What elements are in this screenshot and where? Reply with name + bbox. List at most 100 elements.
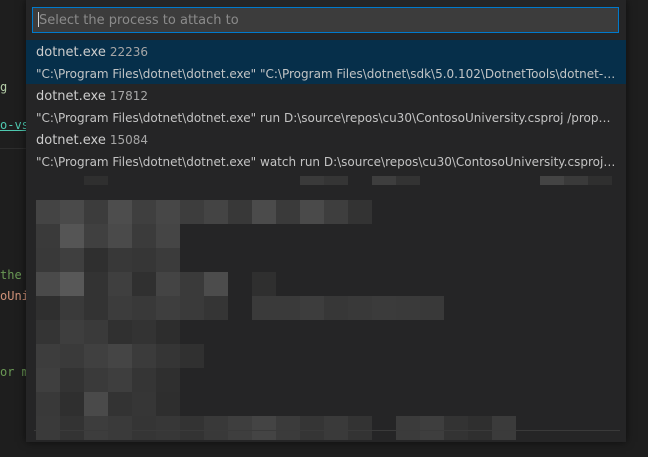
- redacted-pixel-block: [324, 176, 348, 185]
- redacted-pixel-block: [84, 392, 108, 416]
- redacted-pixel-block: [108, 392, 132, 416]
- redacted-pixel-block: [60, 368, 84, 392]
- redacted-pixel-block: [36, 416, 60, 440]
- redacted-pixel-block: [300, 200, 324, 224]
- redacted-pixel-block: [252, 296, 276, 320]
- process-item[interactable]: dotnet.exe 15084 "C:\Program Files\dotnet…: [26, 128, 626, 172]
- redacted-pixel-block: [36, 320, 60, 344]
- redacted-pixel-block: [36, 344, 60, 368]
- redacted-pixel-block: [60, 392, 84, 416]
- redacted-pixel-block: [84, 368, 108, 392]
- redacted-pixel-block: [300, 416, 324, 440]
- redacted-pixel-block: [108, 368, 132, 392]
- redacted-pixel-block: [228, 200, 252, 224]
- process-name: dotnet.exe: [36, 45, 106, 60]
- redacted-pixel-block: [84, 344, 108, 368]
- redacted-pixel-block: [132, 320, 156, 344]
- redacted-pixel-block: [156, 392, 180, 416]
- redacted-pixel-block: [420, 416, 444, 440]
- redacted-pixel-block: [108, 416, 132, 440]
- redacted-pixel-block: [276, 296, 300, 320]
- process-title: dotnet.exe 15084: [36, 132, 616, 149]
- redacted-pixel-block: [180, 296, 204, 320]
- redacted-pixel-block: [36, 296, 60, 320]
- redacted-pixel-block: [108, 224, 132, 248]
- redacted-pixel-block: [84, 224, 108, 248]
- redacted-process-list: [26, 176, 626, 442]
- redacted-pixel-block: [156, 224, 180, 248]
- redacted-pixel-block: [420, 296, 444, 320]
- redacted-pixel-block: [156, 272, 180, 296]
- editor-code-fragment-3: the: [0, 268, 22, 282]
- redacted-pixel-block: [108, 272, 132, 296]
- redacted-pixel-block: [132, 296, 156, 320]
- process-id: 22236: [109, 45, 149, 59]
- redacted-pixel-block: [324, 296, 348, 320]
- redacted-pixel-block: [132, 200, 156, 224]
- redacted-pixel-block: [204, 272, 228, 296]
- panel-bottom-edge: [34, 430, 620, 431]
- redacted-pixel-block: [396, 176, 420, 185]
- redacted-pixel-block: [108, 200, 132, 224]
- redacted-pixel-block: [84, 248, 108, 272]
- redacted-pixel-block: [84, 296, 108, 320]
- editor-code-fragment-5: or m: [0, 365, 29, 379]
- redacted-pixel-block: [300, 176, 324, 185]
- redacted-pixel-block: [180, 344, 204, 368]
- redacted-pixel-block: [84, 320, 108, 344]
- redacted-pixel-block: [324, 200, 348, 224]
- redacted-pixel-block: [132, 416, 156, 440]
- process-title: dotnet.exe 17812: [36, 88, 616, 105]
- redacted-pixel-block: [468, 416, 492, 440]
- redacted-pixel-block: [60, 224, 84, 248]
- redacted-pixel-block: [132, 392, 156, 416]
- redacted-pixel-block: [396, 296, 420, 320]
- redacted-pixel-block: [36, 368, 60, 392]
- redacted-pixel-block: [156, 200, 180, 224]
- redacted-pixel-block: [156, 296, 180, 320]
- redacted-pixel-block: [132, 248, 156, 272]
- redacted-pixel-block: [60, 320, 84, 344]
- redacted-pixel-block: [252, 272, 276, 296]
- quick-pick-panel: Select the process to attach to dotnet.e…: [26, 0, 626, 442]
- redacted-pixel-block: [348, 296, 372, 320]
- redacted-pixel-block: [60, 296, 84, 320]
- search-placeholder: Select the process to attach to: [39, 13, 239, 28]
- redacted-pixel-block: [60, 248, 84, 272]
- redacted-pixel-block: [276, 200, 300, 224]
- redacted-pixel-block: [540, 176, 564, 185]
- redacted-pixel-block: [156, 320, 180, 344]
- process-title: dotnet.exe 22236: [36, 44, 616, 61]
- redacted-pixel-block: [84, 176, 108, 185]
- process-command-line: "C:\Program Files\dotnet\dotnet.exe" "C:…: [36, 67, 616, 81]
- redacted-pixel-block: [156, 416, 180, 440]
- process-search-input[interactable]: Select the process to attach to: [32, 7, 619, 33]
- redacted-pixel-block: [60, 344, 84, 368]
- redacted-pixel-block: [564, 176, 588, 185]
- redacted-pixel-block: [36, 224, 60, 248]
- process-item[interactable]: dotnet.exe 22236 "C:\Program Files\dotnet…: [26, 40, 626, 84]
- editor-code-fragment-2: o-vs: [0, 118, 29, 132]
- redacted-pixel-block: [132, 224, 156, 248]
- redacted-pixel-block: [36, 200, 60, 224]
- redacted-pixel-block: [180, 272, 204, 296]
- editor-code-fragment-1: g: [0, 80, 8, 94]
- redacted-pixel-block: [372, 296, 396, 320]
- redacted-pixel-block: [204, 200, 228, 224]
- redacted-pixel-block: [348, 200, 372, 224]
- redacted-pixel-block: [108, 344, 132, 368]
- redacted-pixel-block: [156, 344, 180, 368]
- redacted-pixel-block: [180, 416, 204, 440]
- redacted-pixel-block: [276, 416, 300, 440]
- process-item[interactable]: dotnet.exe 17812 "C:\Program Files\dotnet…: [26, 84, 626, 128]
- redacted-pixel-block: [60, 272, 84, 296]
- editor-code-fragment-4: oUni: [0, 289, 29, 303]
- redacted-pixel-block: [108, 248, 132, 272]
- process-command-line: "C:\Program Files\dotnet\dotnet.exe" wat…: [36, 155, 616, 169]
- redacted-pixel-block: [36, 248, 60, 272]
- redacted-pixel-block: [132, 344, 156, 368]
- redacted-pixel-block: [156, 248, 180, 272]
- redacted-pixel-block: [156, 368, 180, 392]
- redacted-pixel-block: [348, 416, 372, 440]
- redacted-pixel-block: [36, 392, 60, 416]
